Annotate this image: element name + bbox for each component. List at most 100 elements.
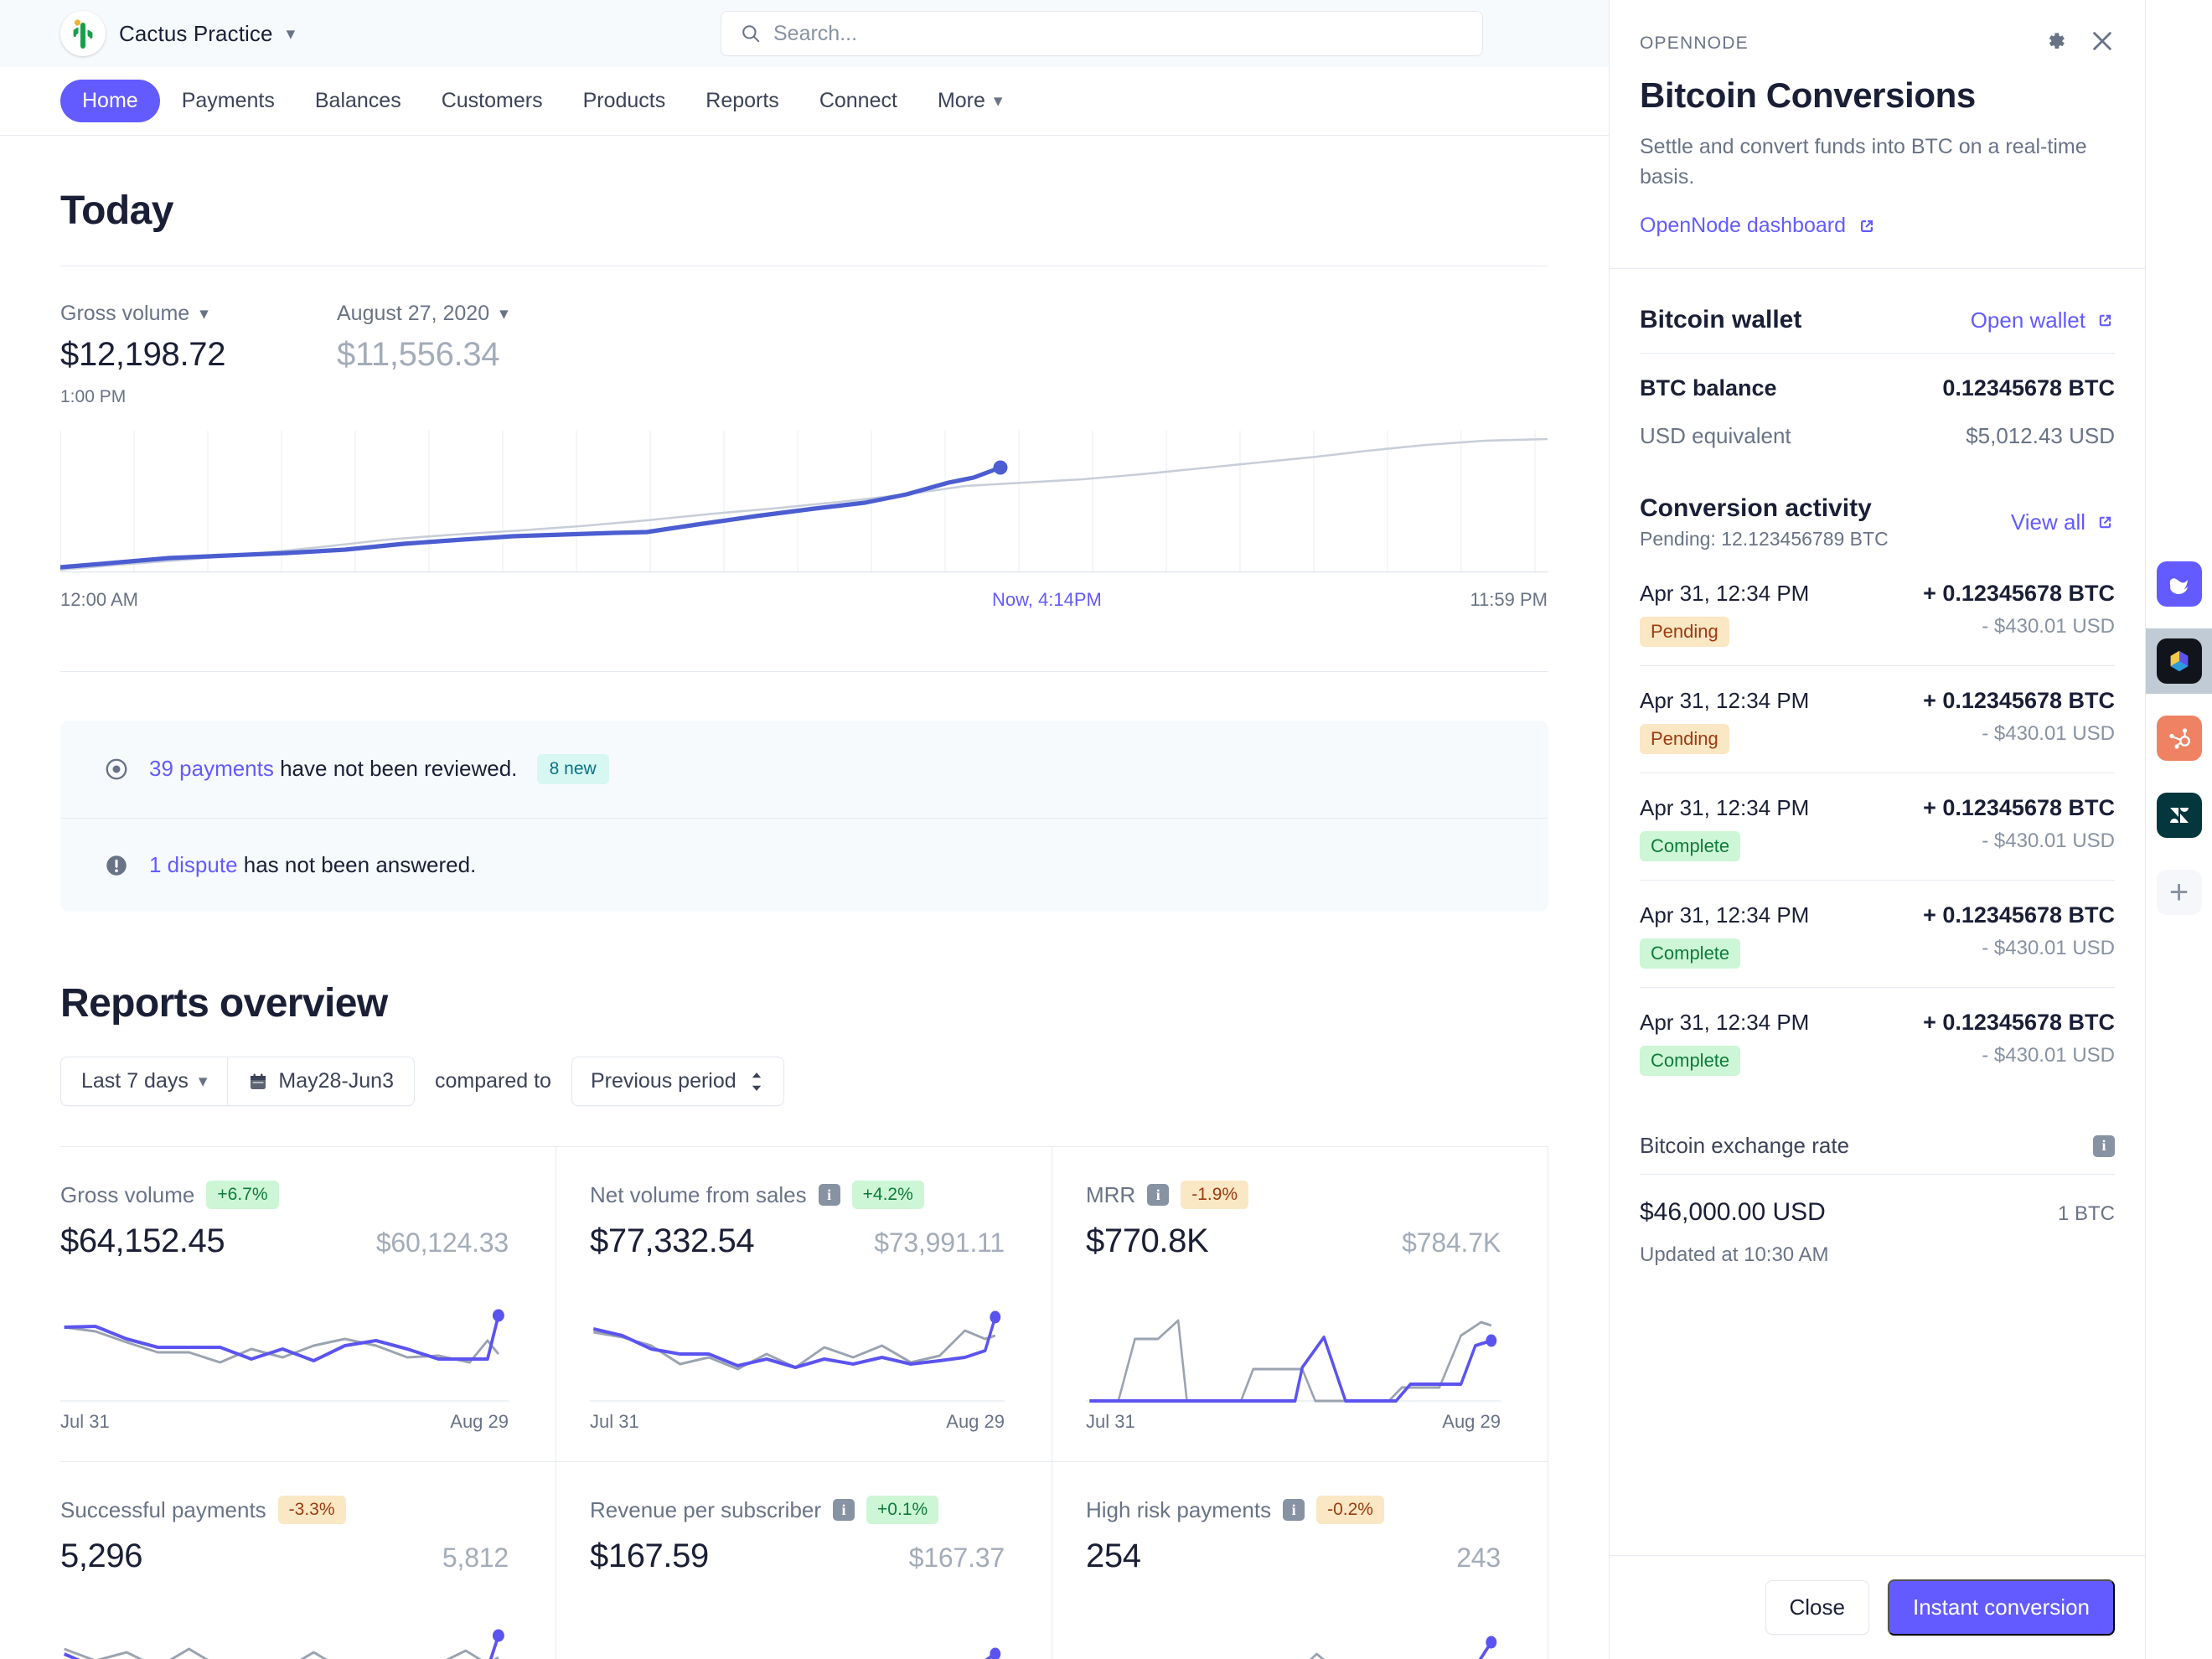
info-icon[interactable]: i — [2093, 1135, 2115, 1157]
rail-slot-messenger[interactable] — [2146, 551, 2212, 617]
sparkline-endpoint — [1486, 1335, 1496, 1347]
compare-period-select[interactable]: Previous period — [571, 1057, 784, 1106]
nav-item-balances[interactable]: Balances — [297, 80, 420, 121]
nav-item-more[interactable]: More ▾ — [919, 80, 1021, 121]
activity-row-right: + 0.12345678 BTC - $430.01 USD — [1923, 688, 2115, 746]
activity-row[interactable]: Apr 31, 12:34 PM Complete + 0.12345678 B… — [1640, 988, 2115, 1094]
view-all-link[interactable]: View all — [2011, 509, 2115, 535]
exchange-rate-updated: Updated at 10:30 AM — [1640, 1243, 2115, 1267]
nav-item-payments[interactable]: Payments — [163, 80, 293, 121]
cactus-logo-icon — [60, 11, 106, 56]
btc-balance-value: 0.12345678 BTC — [1942, 375, 2115, 401]
activity-btc-amount: + 0.12345678 BTC — [1923, 581, 2115, 607]
activity-row-right: + 0.12345678 BTC - $430.01 USD — [1923, 1010, 2115, 1067]
alert-text: 39 payments have not been reviewed. 8 ne… — [149, 754, 609, 784]
info-icon[interactable]: i — [1147, 1184, 1169, 1206]
opennode-panel: OPENNODE Bitcoin Conversions Settle and … — [1609, 0, 2145, 1659]
sparkline-endpoint — [1486, 1636, 1496, 1649]
search-input[interactable]: Search... — [721, 11, 1483, 56]
panel-body: Bitcoin wallet Open wallet BTC balance 0… — [1610, 269, 2145, 1555]
alert-link-payments[interactable]: 39 payments — [149, 756, 274, 781]
card-value: 5,296 — [60, 1538, 142, 1575]
activity-btc-amount: + 0.12345678 BTC — [1923, 902, 2115, 928]
search-icon — [740, 23, 762, 44]
nav-item-reports[interactable]: Reports — [687, 80, 798, 121]
nav-item-home[interactable]: Home — [60, 80, 160, 122]
today-chart-svg — [60, 431, 1548, 577]
external-link-icon — [1857, 216, 1877, 236]
range-select[interactable]: Last 7 days ▾ — [61, 1057, 227, 1105]
panel-header: OPENNODE Bitcoin Conversions Settle and … — [1610, 0, 2145, 269]
calendar-icon — [248, 1072, 268, 1092]
nav-item-products[interactable]: Products — [565, 80, 685, 121]
activity-btc-amount: + 0.12345678 BTC — [1923, 1010, 2115, 1036]
status-badge: Pending — [1640, 617, 1729, 647]
date-picker[interactable]: May28-Jun3 — [227, 1057, 414, 1105]
date-label: August 27, 2020 — [337, 302, 489, 326]
report-card-high-risk-payments[interactable]: High risk payments i -0.2% 254 243 — [1052, 1462, 1548, 1659]
open-wallet-link[interactable]: Open wallet — [1971, 308, 2115, 333]
alert-suffix: has not been answered. — [238, 852, 477, 877]
account-switcher[interactable]: Cactus Practice ▾ — [60, 11, 295, 56]
report-card-successful-payments[interactable]: Successful payments -3.3% 5,296 5,812 — [60, 1462, 556, 1659]
btc-balance-label: BTC balance — [1640, 375, 1777, 401]
card-title: Successful payments — [60, 1497, 266, 1523]
report-card-revenue-per-subscriber[interactable]: Revenue per subscriber i +0.1% $167.59 $… — [556, 1462, 1052, 1659]
activity-section-title: Conversion activity — [1640, 494, 1889, 523]
activity-row[interactable]: Apr 31, 12:34 PM Complete + 0.12345678 B… — [1640, 881, 2115, 988]
report-card-gross-volume[interactable]: Gross volume +6.7% $64,152.45 $60,124.33 — [60, 1147, 556, 1462]
usd-equivalent-row: USD equivalent $5,012.43 USD — [1640, 423, 2115, 449]
divider — [1640, 353, 2115, 354]
metric-selector[interactable]: Gross volume ▾ — [60, 302, 337, 326]
card-sparkline — [590, 1287, 1005, 1404]
nav-more-label: More — [938, 89, 985, 113]
chevron-down-icon: ▾ — [199, 1072, 208, 1090]
card-title: High risk payments — [1086, 1497, 1271, 1523]
instant-conversion-button[interactable]: Instant conversion — [1888, 1579, 2115, 1636]
card-axis: Jul 31 Aug 29 — [60, 1411, 509, 1433]
today-summary: Gross volume ▾ $12,198.72 1:00 PM August… — [60, 266, 1548, 672]
activity-date: Apr 31, 12:34 PM — [1640, 795, 1809, 821]
opennode-dashboard-link[interactable]: OpenNode dashboard — [1640, 214, 1877, 238]
info-icon[interactable]: i — [833, 1499, 855, 1521]
card-value: $167.59 — [590, 1538, 709, 1575]
card-sparkline — [60, 1602, 509, 1659]
close-button[interactable]: Close — [1765, 1580, 1869, 1635]
alert-link-dispute[interactable]: 1 dispute — [149, 852, 238, 877]
info-icon[interactable]: i — [1283, 1499, 1305, 1521]
gear-icon[interactable] — [2043, 28, 2068, 54]
card-title: Gross volume — [60, 1182, 194, 1208]
axis-label-start: 12:00 AM — [60, 589, 138, 611]
card-compare-value: $60,124.33 — [376, 1227, 509, 1258]
panel-link-label: OpenNode dashboard — [1640, 214, 1846, 238]
activity-list: Apr 31, 12:34 PM Pending + 0.12345678 BT… — [1640, 559, 2115, 1094]
date-selector[interactable]: August 27, 2020 ▾ — [337, 302, 509, 326]
report-card-mrr[interactable]: MRR i -1.9% $770.8K $784.7K — [1052, 1147, 1548, 1462]
wallet-section-title: Bitcoin wallet — [1640, 306, 1801, 334]
status-badge: Pending — [1640, 724, 1729, 754]
card-title: Revenue per subscriber — [590, 1497, 821, 1523]
report-card-net-volume[interactable]: Net volume from sales i +4.2% $77,332.54… — [556, 1147, 1052, 1462]
chevron-down-icon: ▾ — [499, 305, 509, 323]
rail-slot-zendesk[interactable] — [2146, 783, 2212, 848]
alert-row-dispute[interactable]: 1 dispute has not been answered. — [60, 818, 1548, 912]
alert-row-payments[interactable]: 39 payments have not been reviewed. 8 ne… — [60, 721, 1548, 818]
info-icon[interactable]: i — [819, 1184, 840, 1206]
axis-label-end: Aug 29 — [450, 1411, 509, 1433]
activity-row[interactable]: Apr 31, 12:34 PM Complete + 0.12345678 B… — [1640, 773, 2115, 881]
nav-item-customers[interactable]: Customers — [423, 80, 561, 121]
rail-slot-hubspot[interactable] — [2146, 705, 2212, 771]
activity-row[interactable]: Apr 31, 12:34 PM Pending + 0.12345678 BT… — [1640, 559, 2115, 666]
exchange-rate-header: Bitcoin exchange rate i — [1640, 1133, 2115, 1159]
rail-slot-add-app[interactable]: + — [2146, 860, 2212, 925]
card-values: $167.59 $167.37 — [590, 1538, 1005, 1575]
today-timestamp: 1:00 PM — [60, 387, 337, 407]
activity-row-right: + 0.12345678 BTC - $430.01 USD — [1923, 581, 2115, 638]
nav-item-connect[interactable]: Connect — [801, 80, 916, 121]
rail-slot-opennode[interactable] — [2146, 628, 2212, 694]
date-range-group: Last 7 days ▾ May28-Jun3 — [60, 1057, 415, 1106]
close-icon[interactable] — [2090, 28, 2115, 54]
status-badge-delta: +4.2% — [852, 1181, 924, 1209]
status-badge: Complete — [1640, 938, 1740, 969]
activity-row[interactable]: Apr 31, 12:34 PM Pending + 0.12345678 BT… — [1640, 666, 2115, 773]
